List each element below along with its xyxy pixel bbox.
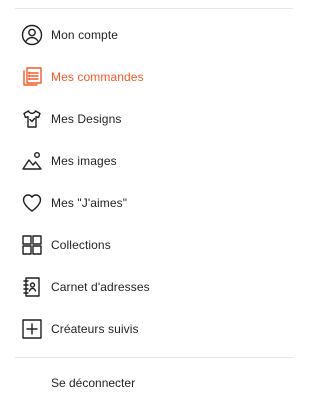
menu-item-mes-commandes[interactable]: Mes commandes <box>0 56 293 98</box>
menu-item-createurs-suivis[interactable]: Créateurs suivis <box>0 308 293 350</box>
menu-item-label: Mes images <box>51 154 117 168</box>
logout-link[interactable]: Se déconnecter <box>51 376 135 390</box>
orders-icon <box>21 66 43 88</box>
image-icon <box>21 150 43 172</box>
menu-item-label: Créateurs suivis <box>51 322 139 336</box>
menu-item-mes-images[interactable]: Mes images <box>0 140 293 182</box>
heart-icon <box>21 192 43 214</box>
menu-item-mes-jaimes[interactable]: Mes "J'aimes" <box>0 182 293 224</box>
menu-item-label: Mon compte <box>51 28 119 42</box>
grid-icon <box>21 234 43 256</box>
user-circle-icon <box>21 24 43 46</box>
menu-item-mon-compte[interactable]: Mon compte <box>0 14 293 56</box>
plus-square-icon <box>21 318 43 340</box>
tshirt-icon <box>21 108 43 130</box>
menu-item-carnet-adresses[interactable]: Carnet d'adresses <box>0 266 293 308</box>
menu-item-label: Mes Designs <box>51 112 122 126</box>
account-menu: Mon compte Mes commandes Mes Designs Mes… <box>0 14 293 350</box>
menu-item-label: Collections <box>51 238 111 252</box>
menu-item-label: Mes commandes <box>51 70 144 84</box>
menu-item-mes-designs[interactable]: Mes Designs <box>0 98 293 140</box>
menu-item-label: Mes "J'aimes" <box>51 196 128 210</box>
address-book-icon <box>21 276 43 298</box>
top-divider <box>15 8 293 9</box>
menu-item-label: Carnet d'adresses <box>51 280 150 294</box>
menu-item-collections[interactable]: Collections <box>0 224 293 266</box>
bottom-divider <box>15 357 293 358</box>
